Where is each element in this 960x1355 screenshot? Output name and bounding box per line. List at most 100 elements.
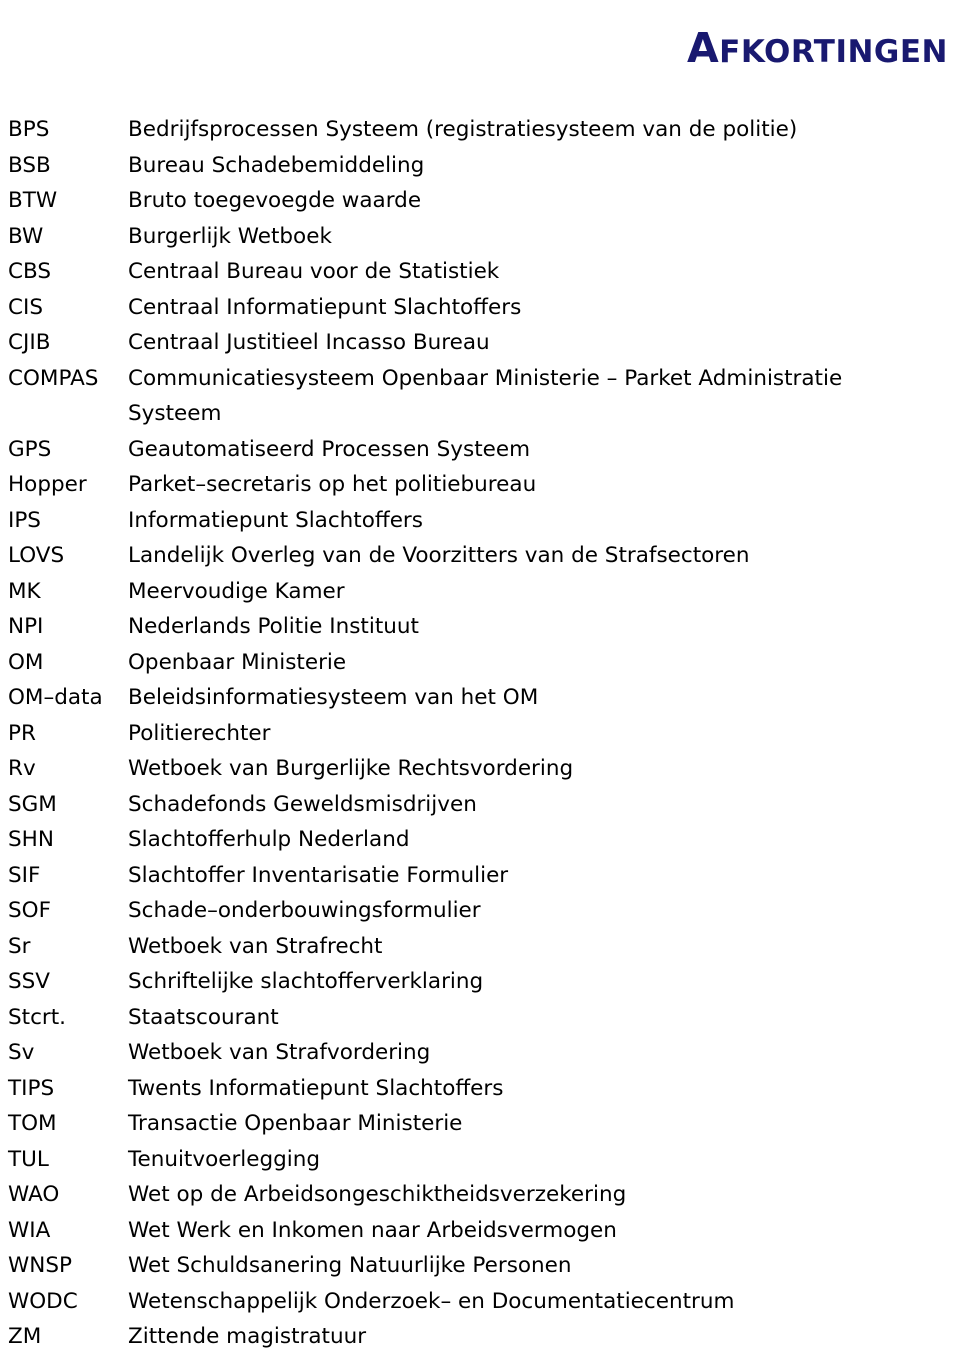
abbreviation-row: CIS Centraal Informatiepunt Slachtoffers — [8, 290, 952, 326]
abbreviation-row: GPS Geautomatiseerd Processen Systeem — [8, 432, 952, 468]
abbreviation-definition: Twents Informatiepunt Slachtoffers — [128, 1075, 504, 1101]
abbreviation-definition: Schriftelijke slachtofferverklaring — [128, 969, 484, 994]
abbreviation-definition: Communicatiesysteem Openbaar Ministerie … — [128, 365, 843, 391]
abbreviation-row: SOF Schade–onderbouwingsformulier — [8, 893, 952, 929]
abbreviation-row: OM Openbaar Ministerie — [8, 645, 952, 681]
abbreviation-term: BSB — [8, 152, 51, 178]
abbreviation-term: BPS — [8, 117, 50, 142]
abbreviation-term: TOM — [8, 1111, 57, 1136]
abbreviation-definition: Informatiepunt Slachtoffers — [128, 507, 423, 533]
abbreviation-definition: Slachtofferhulp Nederland — [128, 827, 410, 852]
abbreviation-row: BPS Bedrijfsprocessen Systeem (registrati… — [8, 112, 952, 148]
abbreviation-term: TUL — [8, 1146, 49, 1172]
abbreviation-definition: Wet op de Arbeidsongeschiktheidsverzeker… — [128, 1182, 627, 1207]
abbreviation-row: WAO Wet op de Arbeidsongeschiktheidsverze… — [8, 1177, 952, 1213]
abbreviation-row: OM–data Beleidsinformatiesysteem van het … — [8, 680, 952, 716]
abbreviation-term: CJIB — [8, 330, 51, 355]
abbreviation-term: WODC — [8, 1288, 78, 1314]
abbreviation-term: Stcrt. — [8, 1004, 67, 1030]
page-title-first-letter: A — [686, 24, 720, 73]
abbreviation-term: BW — [8, 223, 44, 249]
abbreviation-row: SIF Slachtoffer Inventarisatie Formulier — [8, 858, 952, 894]
abbreviation-definition: Centraal Bureau voor de Statistiek — [128, 259, 500, 284]
abbreviation-definition: Parket–secretaris op het politiebureau — [128, 472, 537, 497]
abbreviation-term: IPS — [8, 507, 41, 533]
abbreviation-row: Stcrt. Staatscourant — [8, 1000, 952, 1036]
abbreviation-row: CBS Centraal Bureau voor de Statistiek — [8, 254, 952, 290]
abbreviation-definition: Beleidsinformatiesysteem van het OM — [128, 685, 539, 710]
abbreviation-definition: Centraal Justitieel Incasso Bureau — [128, 330, 490, 355]
abbreviation-definition: Schadefonds Geweldsmisdrijven — [128, 791, 477, 817]
abbreviation-row: BSB Bureau Schadebemiddeling — [8, 148, 952, 184]
abbreviation-term: COMPAS — [8, 365, 99, 391]
abbreviation-row: Hopper Parket–secretaris op het politiebu… — [8, 467, 952, 503]
abbreviation-definition: Nederlands Politie Instituut — [128, 614, 419, 639]
page-title: AFKORTINGEN — [0, 25, 948, 72]
abbreviation-row: MK Meervoudige Kamer — [8, 574, 952, 610]
abbreviation-row: SGM Schadefonds Geweldsmisdrijven — [8, 787, 952, 823]
abbreviation-term: NPI — [8, 614, 44, 639]
abbreviation-definition: Bedrijfsprocessen Systeem (registratiesy… — [128, 117, 798, 142]
abbreviation-definition: Bureau Schadebemiddeling — [128, 152, 425, 178]
abbreviation-term: OM — [8, 649, 44, 675]
abbreviation-definition: Bruto toegevoegde waarde — [128, 188, 422, 213]
abbreviation-row: IPS Informatiepunt Slachtoffers — [8, 503, 952, 539]
abbreviation-term: WAO — [8, 1182, 60, 1207]
abbreviation-definition: Wetboek van Strafvordering — [128, 1040, 431, 1065]
document-page: AFKORTINGEN BPS Bedrijfsprocessen Systeem… — [0, 0, 960, 1349]
abbreviation-term: PR — [8, 720, 36, 746]
abbreviation-definition: Staatscourant — [128, 1004, 279, 1030]
abbreviation-list: BPS Bedrijfsprocessen Systeem (registrati… — [8, 112, 952, 1355]
abbreviation-term: Sv — [8, 1040, 35, 1065]
abbreviation-term: BTW — [8, 188, 58, 213]
abbreviation-row: Sr Wetboek van Strafrecht — [8, 929, 952, 965]
abbreviation-row: TOM Transactie Openbaar Ministerie — [8, 1106, 952, 1142]
abbreviation-term: SSV — [8, 969, 51, 994]
abbreviation-row: Sv Wetboek van Strafvordering — [8, 1035, 952, 1071]
abbreviation-definition: Meervoudige Kamer — [128, 578, 345, 604]
abbreviation-term: Hopper — [8, 472, 87, 497]
page-title-rest: FKORTINGEN — [719, 34, 948, 71]
abbreviation-term: OM–data — [8, 685, 103, 710]
abbreviation-row: PR Politierechter — [8, 716, 952, 752]
abbreviation-term: CBS — [8, 259, 52, 284]
abbreviation-term: LOVS — [8, 543, 65, 568]
abbreviation-term: GPS — [8, 436, 52, 462]
abbreviation-term: MK — [8, 578, 41, 604]
abbreviation-term: TIPS — [8, 1075, 55, 1101]
abbreviation-term: SGM — [8, 791, 57, 817]
abbreviation-definition: Openbaar Ministerie — [128, 649, 347, 675]
abbreviation-definition: Geautomatiseerd Processen Systeem — [128, 436, 531, 462]
abbreviation-row: COMPAS Communicatiesysteem Openbaar Minis… — [8, 361, 952, 397]
abbreviation-row: NPI Nederlands Politie Instituut — [8, 609, 952, 645]
abbreviation-term: Rv — [8, 756, 36, 781]
abbreviation-term: WNSP — [8, 1253, 72, 1278]
abbreviation-row: WNSP Wet Schuldsanering Natuurlijke Perso… — [8, 1248, 952, 1284]
abbreviation-term: SIF — [8, 862, 41, 888]
abbreviation-row: Rv Wetboek van Burgerlijke Rechtsvorderin… — [8, 751, 952, 787]
abbreviation-row: ZM Zittende magistratuur — [8, 1319, 952, 1355]
abbreviation-term: ZM — [8, 1324, 42, 1349]
abbreviation-definition: Wet Schuldsanering Natuurlijke Personen — [128, 1253, 572, 1278]
abbreviation-definition: Tenuitvoerlegging — [128, 1146, 321, 1172]
abbreviation-definition: Burgerlijk Wetboek — [128, 223, 332, 249]
abbreviation-term: Sr — [8, 933, 31, 959]
abbreviation-row: SHN Slachtofferhulp Nederland — [8, 822, 952, 858]
abbreviation-definition: Wetboek van Burgerlijke Rechtsvordering — [128, 756, 574, 781]
abbreviation-row: WIA Wet Werk en Inkomen naar Arbeidsvermo… — [8, 1213, 952, 1249]
abbreviation-term: CIS — [8, 294, 44, 320]
abbreviation-term: WIA — [8, 1217, 51, 1243]
abbreviation-row: SSV Schriftelijke slachtofferverklaring — [8, 964, 952, 1000]
abbreviation-definition: Wetboek van Strafrecht — [128, 933, 383, 959]
abbreviation-definition: Schade–onderbouwingsformulier — [128, 898, 481, 923]
abbreviation-row: BW Burgerlijk Wetboek — [8, 219, 952, 255]
abbreviation-row: CJIB Centraal Justitieel Incasso Bureau — [8, 325, 952, 361]
abbreviation-definition: Zittende magistratuur — [128, 1324, 367, 1349]
abbreviation-row: TUL Tenuitvoerlegging — [8, 1142, 952, 1178]
abbreviation-definition: Systeem — [128, 401, 222, 426]
abbreviation-term: SOF — [8, 898, 51, 923]
abbreviation-definition: Wetenschappelijk Onderzoek– en Documenta… — [128, 1288, 735, 1314]
abbreviation-definition: Landelijk Overleg van de Voorzitters van… — [128, 543, 750, 568]
abbreviation-term: SHN — [8, 827, 54, 852]
abbreviation-row: Systeem — [8, 396, 952, 432]
